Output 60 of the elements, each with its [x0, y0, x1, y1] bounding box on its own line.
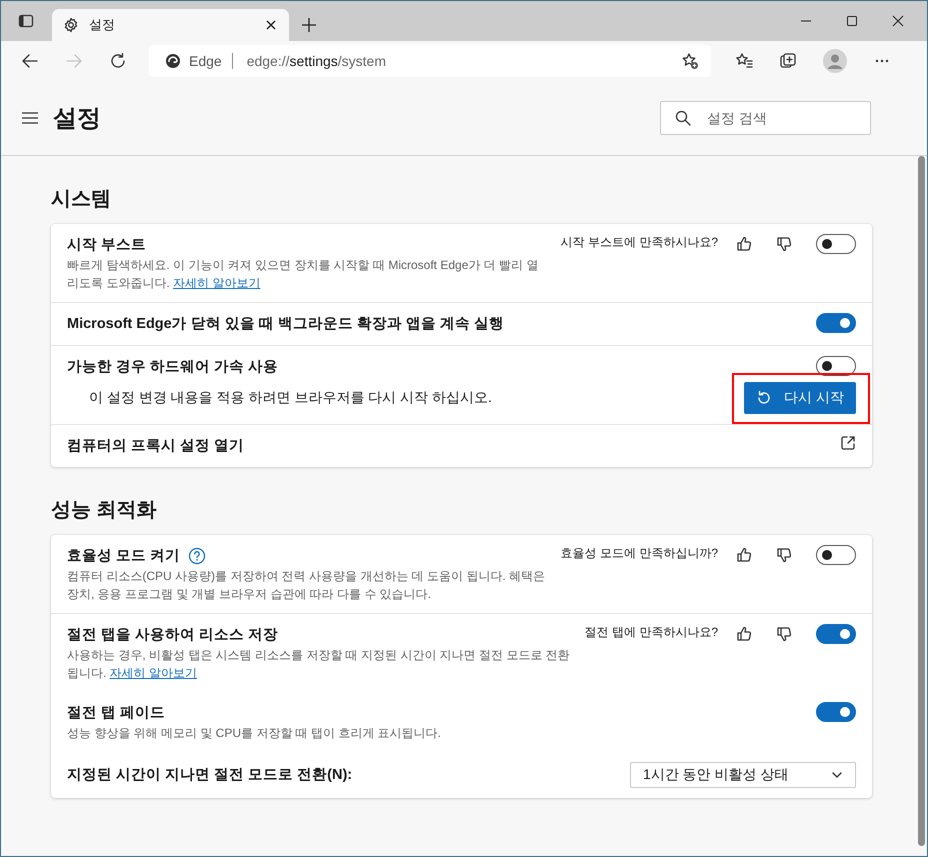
- setting-title: 가능한 경우 하드웨어 가속 사용: [67, 358, 278, 377]
- thumbs-up-icon[interactable]: [736, 626, 752, 642]
- toggle-switch[interactable]: [816, 545, 856, 565]
- setting-description: 성능 향상을 위해 메모리 및 CPU를 저장할 때 탭이 흐리게 표시됩니다.: [67, 725, 442, 742]
- learn-more-link[interactable]: 자세히 알아보기: [173, 276, 260, 290]
- feedback-question: 효율성 모드에 만족하십니까?: [560, 545, 718, 562]
- back-arrow-icon[interactable]: [21, 52, 39, 70]
- refresh-icon[interactable]: [109, 52, 127, 70]
- thumbs-down-icon[interactable]: [776, 626, 792, 642]
- close-icon[interactable]: [892, 15, 904, 27]
- section-title: 시스템: [51, 187, 112, 212]
- restart-button[interactable]: 다시 시작: [744, 382, 856, 414]
- setting-title: 효율성 모드 켜기: [67, 547, 180, 566]
- toggle-switch[interactable]: [816, 624, 856, 644]
- thumbs-down-icon[interactable]: [776, 236, 792, 252]
- setting-title: 컴퓨터의 프록시 설정 열기: [67, 437, 244, 456]
- scrollbar-thumb[interactable]: [918, 156, 925, 846]
- toggle-switch[interactable]: [816, 234, 856, 254]
- toggle-switch[interactable]: [816, 702, 856, 722]
- thumbs-up-icon[interactable]: [736, 547, 752, 563]
- dropdown[interactable]: 1시간 동안 비활성 상태: [630, 762, 856, 788]
- setting-description: 사용하는 경우, 비활성 탭은 시스템 리소스를 저장할 때 지정된 시간이 지나면 절전 모드로 전환됩니다. 자세히 알아보기: [67, 647, 571, 682]
- maximize-icon[interactable]: [846, 15, 858, 27]
- browser-logo-icon: [165, 53, 181, 69]
- address-bar[interactable]: Edge edge://settings/system: [149, 45, 711, 77]
- external-link-icon[interactable]: [840, 435, 856, 451]
- toggle-switch[interactable]: [816, 313, 856, 333]
- avatar-icon[interactable]: [823, 49, 847, 73]
- search-field[interactable]: 설정 검색: [660, 101, 871, 135]
- page-title: 설정: [53, 104, 101, 134]
- search-icon: [675, 110, 691, 126]
- setting-description: 컴퓨터 리소스(CPU 사용량)를 저장하여 전력 사용량을 개선하는 데 도움이 됩니다. 혜택은 장치, 응용 프로그램 및 개별 브라우저 습관에 따라 다를 수 있습니다.: [67, 568, 546, 603]
- setting-description: 빠르게 탐색하세요. 이 기능이 켜져 있으면 장치를 시작할 때 Microsoft Edge가 더 빨리 열리도록 도와줍니다. 자세히 알아보기: [67, 257, 540, 292]
- learn-more-link[interactable]: 자세히 알아보기: [110, 666, 198, 680]
- restart-icon: [756, 390, 772, 406]
- menu-icon[interactable]: [21, 111, 39, 125]
- feedback-question: 절전 탭에 만족하시나요?: [584, 624, 718, 641]
- restart-notice: 이 설정 변경 내용을 적용 하려면 브라우저를 다시 시작 하십시오.: [89, 389, 492, 407]
- setting-title: 지정된 시간이 지나면 절전 모드로 전환(N):: [67, 766, 352, 785]
- close-icon[interactable]: [265, 19, 277, 31]
- setting-title: 시작 부스트: [67, 236, 146, 255]
- star-plus-icon[interactable]: [681, 52, 699, 70]
- tab-actions-icon[interactable]: [18, 13, 34, 29]
- url-text: edge://settings/system: [246, 53, 388, 69]
- favorites-icon[interactable]: [735, 52, 753, 70]
- section-title: 성능 최적화: [51, 498, 158, 523]
- setting-title: Microsoft Edge가 닫혀 있을 때 백그라운드 확장과 앱을 계속 실행: [67, 315, 504, 334]
- collections-icon[interactable]: [779, 52, 797, 70]
- feedback-question: 시작 부스트에 만족하시나요?: [560, 234, 718, 251]
- plus-icon[interactable]: [301, 17, 317, 33]
- thumbs-down-icon[interactable]: [776, 547, 792, 563]
- browser-tab[interactable]: 설정: [52, 9, 289, 41]
- site-label: Edge: [189, 53, 233, 69]
- toggle-switch[interactable]: [816, 356, 856, 376]
- tab-title: 설정: [89, 16, 116, 34]
- thumbs-up-icon[interactable]: [736, 236, 752, 252]
- help-icon[interactable]: [188, 547, 206, 565]
- setting-title: 절전 탭 페이드: [67, 704, 166, 723]
- setting-title: 절전 탭을 사용하여 리소스 저장: [67, 626, 278, 645]
- gear-icon: [63, 17, 79, 33]
